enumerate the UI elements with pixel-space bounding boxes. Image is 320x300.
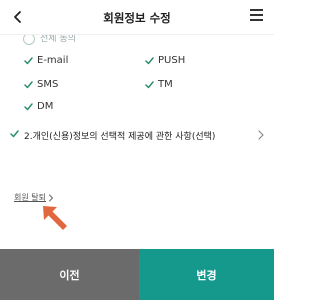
check-icon[interactable]: [24, 103, 33, 111]
option-email-label: E-mail: [37, 55, 69, 66]
change-button[interactable]: 변경: [139, 249, 274, 300]
check-icon[interactable]: [145, 81, 154, 89]
hamburger-icon-line: [250, 19, 263, 21]
hamburger-icon-line: [250, 14, 263, 16]
chevron-right-icon: [258, 130, 264, 140]
option-tm-label: TM: [158, 79, 173, 90]
chevron-right-icon: [49, 194, 53, 202]
check-icon[interactable]: [24, 57, 33, 65]
menu-button[interactable]: [249, 9, 265, 25]
app-header: 회원정보 수정: [0, 0, 274, 35]
page-title: 회원정보 수정: [103, 11, 171, 25]
pointer-arrow-icon: [43, 206, 67, 230]
select-all-label: 전체 동의: [40, 35, 76, 44]
consent-section-row[interactable]: 2.개인(신용)정보의 선택적 제공에 관한 사항(선택): [0, 123, 274, 147]
option-push-label: PUSH: [158, 55, 186, 66]
option-dm-label: DM: [37, 101, 54, 112]
consent-section-label: 2.개인(신용)정보의 선택적 제공에 관한 사항(선택): [24, 132, 216, 142]
withdraw-membership-link[interactable]: 회원 탈퇴: [14, 192, 46, 203]
check-icon[interactable]: [10, 130, 19, 138]
prev-button[interactable]: 이전: [0, 249, 139, 300]
check-icon[interactable]: [145, 57, 154, 65]
select-all-checkbox[interactable]: [23, 35, 35, 45]
option-sms-label: SMS: [37, 79, 59, 90]
hamburger-icon-line: [250, 9, 263, 11]
scroll-content[interactable]: 전체 동의 E-mail PUSH SMS TM DM 2.개인(신용)정보의 …: [0, 35, 274, 249]
bottom-action-bar: 이전 변경: [0, 249, 274, 300]
check-icon[interactable]: [24, 81, 33, 89]
